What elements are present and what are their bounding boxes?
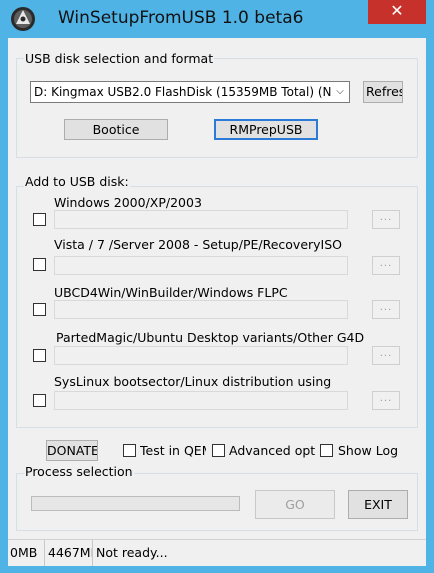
item-label-windows-xp: Windows 2000/XP/2003 [54, 195, 202, 210]
show-log-checkbox[interactable] [320, 444, 333, 457]
path-field-partedmagic[interactable] [54, 346, 348, 365]
browse-button-vista-7[interactable]: ... [372, 256, 400, 275]
client-area: USB disk selection and format D: Kingmax… [8, 38, 426, 566]
path-field-vista-7[interactable] [54, 256, 348, 275]
window-title: WinSetupFromUSB 1.0 beta6 [58, 8, 304, 28]
usb-disk-select-value: D: Kingmax USB2.0 FlashDisk (15359MB Tot… [34, 85, 350, 99]
advanced-options-label[interactable]: Advanced options [229, 443, 316, 458]
checkbox-vista-7[interactable] [33, 258, 46, 271]
add-to-usb-group-label: Add to USB disk: [24, 174, 130, 189]
usb-disk-select[interactable]: D: Kingmax USB2.0 FlashDisk (15359MB Tot… [30, 81, 350, 103]
item-label-ubcd4win: UBCD4Win/WinBuilder/Windows FLPC [54, 285, 288, 300]
status-cell-message: Not ready... [96, 545, 168, 560]
test-qemu-checkbox[interactable] [123, 444, 136, 457]
close-button[interactable]: ✕ [368, 0, 426, 24]
browse-button-syslinux[interactable]: ... [372, 391, 400, 410]
title-bar[interactable]: WinSetupFromUSB 1.0 beta6 ✕ [0, 0, 434, 38]
browse-button-windows-xp[interactable]: ... [372, 210, 400, 229]
status-cell-used: 0MB [8, 540, 45, 566]
checkbox-ubcd4win[interactable] [33, 303, 46, 316]
show-log-label[interactable]: Show Log [338, 443, 408, 458]
advanced-options-checkbox[interactable] [212, 444, 225, 457]
checkbox-windows-xp[interactable] [33, 213, 46, 226]
path-field-syslinux[interactable] [54, 391, 348, 410]
usb-disk-group-label: USB disk selection and format [24, 51, 215, 66]
item-label-syslinux: SysLinux bootsector/Linux distribution u… [54, 374, 332, 389]
close-icon: ✕ [390, 1, 404, 20]
main-window: WinSetupFromUSB 1.0 beta6 ✕ USB disk sel… [0, 0, 434, 573]
test-qemu-label[interactable]: Test in QEMU [140, 443, 206, 458]
browse-button-partedmagic[interactable]: ... [372, 346, 400, 365]
progress-bar [31, 496, 240, 511]
go-button[interactable]: GO [255, 490, 335, 519]
status-cell-size: 4467MB [46, 540, 93, 566]
status-bar: 0MB 4467MB Not ready... [8, 539, 426, 566]
checkbox-syslinux[interactable] [33, 394, 46, 407]
bootice-button[interactable]: Bootice [64, 119, 168, 140]
rmprepusb-button[interactable]: RMPrepUSB [214, 119, 318, 140]
path-field-ubcd4win[interactable] [54, 300, 348, 319]
path-field-windows-xp[interactable] [54, 210, 348, 229]
browse-button-ubcd4win[interactable]: ... [372, 300, 400, 319]
process-selection-label: Process selection [24, 464, 134, 479]
refresh-button[interactable]: Refresh [363, 81, 403, 103]
checkbox-partedmagic[interactable] [33, 349, 46, 362]
donate-button[interactable]: DONATE [46, 440, 98, 461]
exit-button[interactable]: EXIT [348, 490, 408, 519]
usb-disk-group [16, 58, 418, 158]
chevron-down-icon[interactable]: ⌵ [331, 82, 349, 102]
item-label-partedmagic: PartedMagic/Ubuntu Desktop variants/Othe… [56, 330, 365, 345]
item-label-vista-7: Vista / 7 /Server 2008 - Setup/PE/Recove… [54, 237, 343, 252]
winsetup-app-icon[interactable] [10, 6, 36, 32]
